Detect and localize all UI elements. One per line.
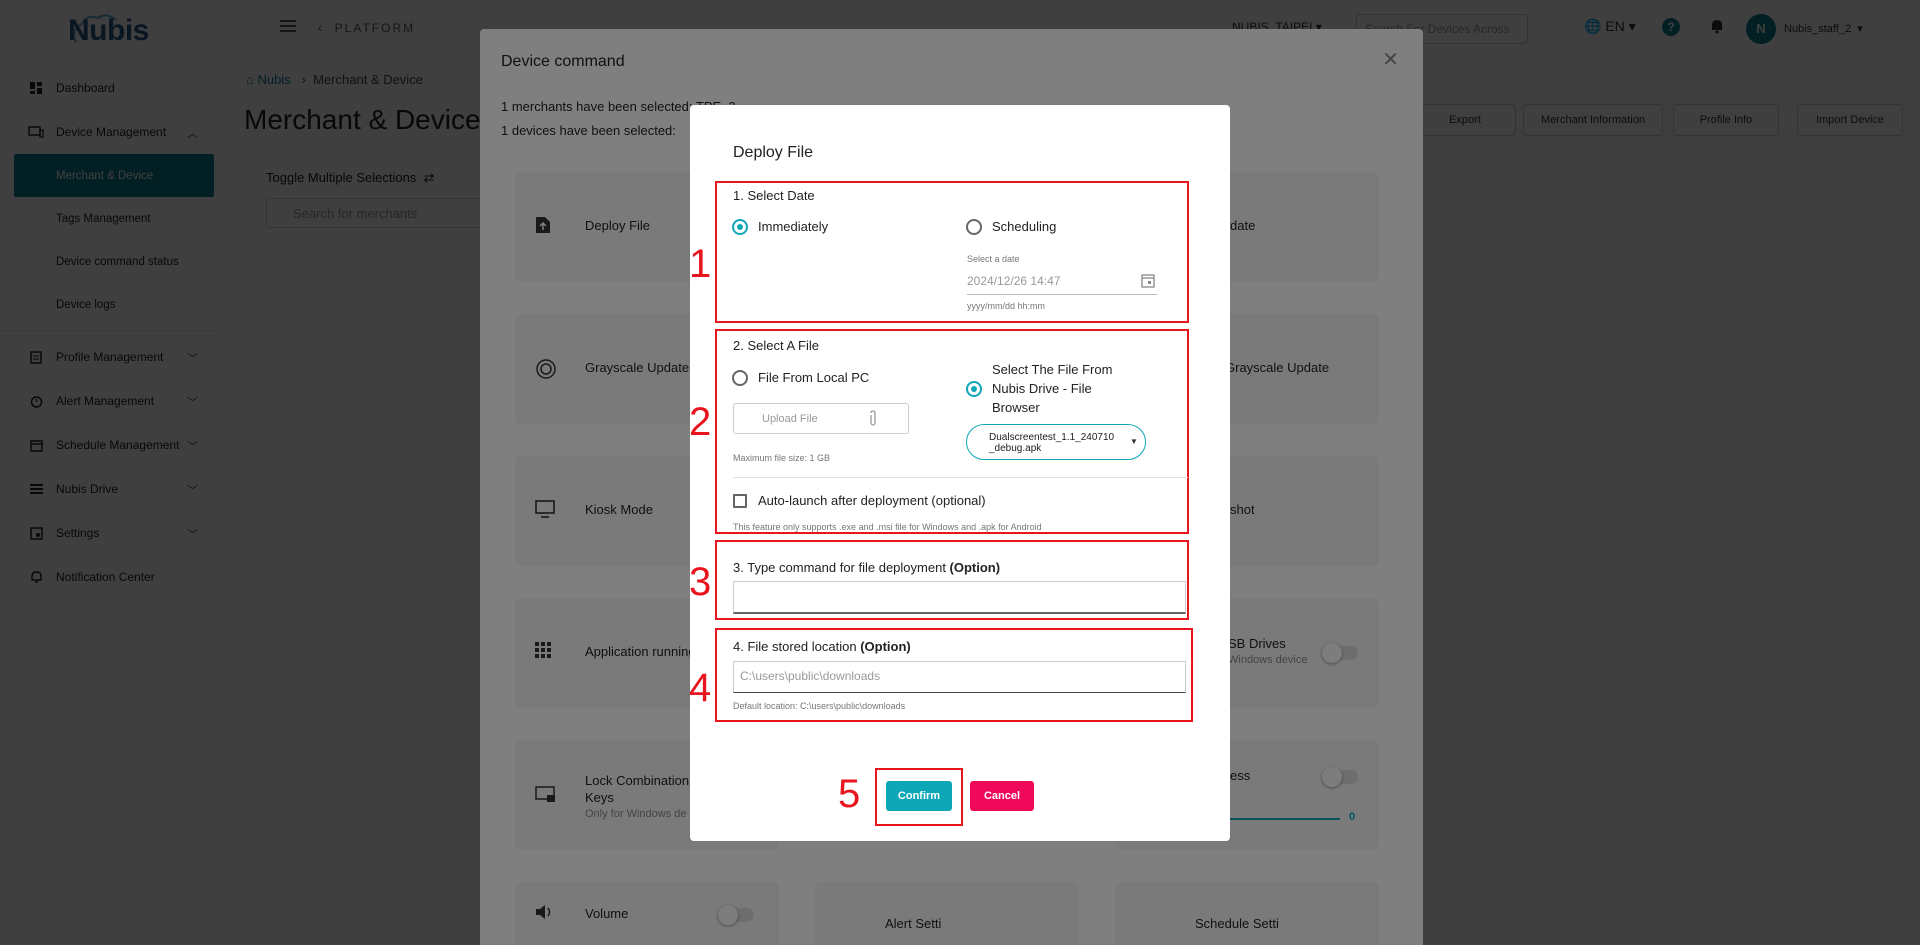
command-title: 3. Type command for file deployment (Opt…	[733, 560, 1000, 575]
confirm-button[interactable]: Confirm	[886, 781, 952, 811]
nubis-drive-label: Select The File From Nubis Drive - File …	[992, 362, 1113, 415]
command-option: (Option)	[949, 560, 1001, 575]
scheduling-radio[interactable]	[966, 219, 982, 235]
paperclip-icon	[868, 410, 878, 430]
command-title-text: 3. Type command for file deployment	[733, 560, 950, 575]
select-file-title: 2. Select A File	[733, 338, 819, 353]
auto-launch-checkbox[interactable]	[733, 494, 747, 508]
local-pc-radio[interactable]	[732, 370, 748, 386]
annotation-marker-4: 4	[689, 666, 712, 710]
support-note: This feature only supports .exe and .msi…	[733, 522, 1042, 532]
annotation-marker-1: 1	[689, 242, 712, 286]
file-location-title-text: 4. File stored location	[733, 639, 861, 654]
nubis-drive-radio[interactable]	[966, 381, 982, 397]
auto-launch-label: Auto-launch after deployment (optional)	[758, 493, 986, 508]
divider	[733, 477, 1188, 478]
file-location-option: (Option)	[860, 639, 911, 654]
select-date-label: Select a date	[967, 254, 1020, 264]
cancel-button[interactable]: Cancel	[970, 781, 1034, 811]
deploy-modal-backdrop: Deploy File 1. Select Date Immediately S…	[0, 0, 1920, 945]
annotation-marker-3: 3	[689, 560, 712, 604]
immediately-label: Immediately	[758, 219, 829, 234]
caret-down-icon: ▼	[1130, 437, 1138, 446]
date-input[interactable]: 2024/12/26 14:47	[967, 274, 1060, 288]
max-file-size: Maximum file size: 1 GB	[733, 453, 831, 463]
scheduling-label: Scheduling	[992, 219, 1057, 234]
file-location-title: 4. File stored location (Option)	[733, 639, 911, 654]
command-input[interactable]	[733, 581, 1186, 614]
local-pc-label: File From Local PC	[758, 370, 870, 385]
select-date-title: 1. Select Date	[733, 188, 815, 203]
date-underline	[967, 294, 1157, 295]
file-location-input[interactable]: C:\users\public\downloads	[733, 661, 1186, 693]
deploy-file-title: Deploy File	[733, 144, 814, 161]
annotation-marker-5: 5	[838, 772, 861, 816]
selected-file-dropdown[interactable]: Dualscreentest_1.1_240710_debug.apk ▼	[966, 424, 1146, 460]
annotation-marker-2: 2	[689, 400, 712, 444]
upload-file-button[interactable]: Upload File	[733, 403, 909, 434]
default-location-note: Default location: C:\users\public\downlo…	[733, 701, 906, 711]
upload-file-label: Upload File	[762, 413, 818, 425]
calendar-icon[interactable]	[1141, 273, 1155, 291]
date-format-hint: yyyy/mm/dd hh:mm	[967, 301, 1046, 311]
selected-file-name: Dualscreentest_1.1_240710_debug.apk	[989, 432, 1115, 454]
immediately-radio[interactable]	[732, 219, 748, 235]
